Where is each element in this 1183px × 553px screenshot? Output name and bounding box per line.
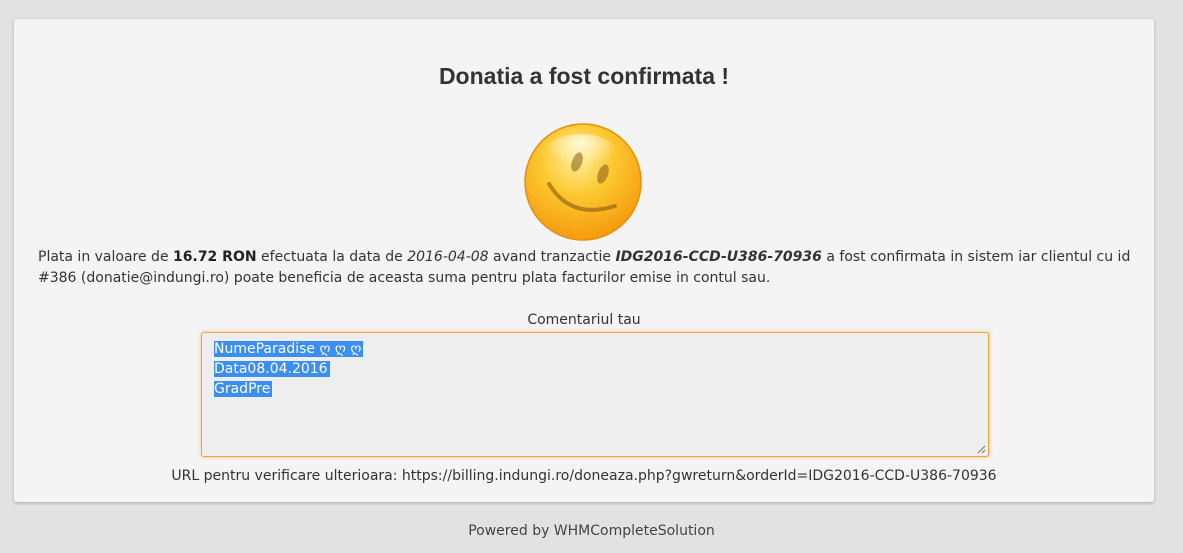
comment-label: Comentariul tau bbox=[527, 312, 641, 328]
payment-text-part3: avand tranzactie bbox=[488, 249, 616, 265]
payment-confirmation-text: Plata in valoare de 16.72 RON efectuata … bbox=[38, 247, 1138, 289]
comment-line: NumeParadise ღ ღ ღ bbox=[214, 341, 364, 357]
footer-powered-by: Powered by WHMCompleteSolution bbox=[468, 523, 715, 539]
payment-text-part2: efectuata la data de bbox=[256, 249, 408, 265]
verification-url-text: URL pentru verificare ulterioara: https:… bbox=[171, 468, 997, 484]
payment-date: 2016-04-08 bbox=[407, 249, 489, 265]
resize-handle-icon[interactable] bbox=[977, 445, 986, 454]
page-title: Donatia a fost confirmata ! bbox=[438, 63, 730, 89]
transaction-id: IDG2016-CCD-U386-70936 bbox=[615, 249, 822, 265]
smiley-face-icon bbox=[524, 123, 642, 241]
confirmation-card: Donatia a fost confirmata ! Plata in val… bbox=[14, 19, 1154, 502]
payment-text-part1: Plata in valoare de bbox=[38, 249, 174, 265]
comment-line: GradPre bbox=[214, 381, 273, 397]
comment-textarea[interactable]: NumeParadise ღ ღ ღ Data08.04.2016 GradPr… bbox=[201, 332, 989, 457]
comment-line: Data08.04.2016 bbox=[214, 361, 330, 377]
payment-amount: 16.72 RON bbox=[173, 249, 257, 265]
